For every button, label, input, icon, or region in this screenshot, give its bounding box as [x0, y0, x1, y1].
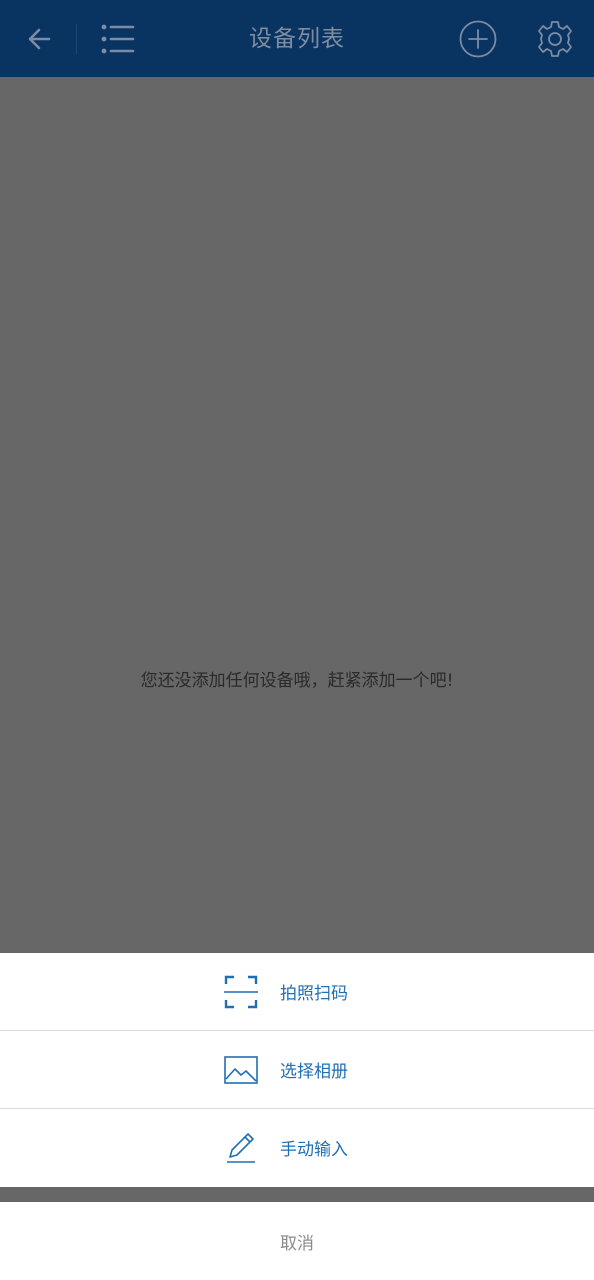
list-icon	[101, 24, 135, 54]
header-divider	[76, 24, 77, 54]
empty-state-message: 您还没添加任何设备哦，赶紧添加一个吧!	[140, 671, 454, 691]
image-icon	[224, 1053, 258, 1087]
page-title: 设备列表	[249, 26, 345, 52]
manual-input-label: 手动输入	[280, 1140, 348, 1160]
cancel-button[interactable]: 取消	[0, 1202, 594, 1280]
choose-album-option[interactable]: 选择相册	[0, 1031, 594, 1108]
gear-icon	[538, 21, 572, 57]
pencil-icon	[224, 1131, 258, 1165]
cancel-label: 取消	[280, 1233, 314, 1254]
header-bar: 设备列表	[0, 0, 594, 77]
back-button[interactable]	[18, 18, 60, 60]
arrow-left-icon	[28, 28, 51, 50]
scan-qr-option[interactable]: 拍照扫码	[0, 953, 594, 1030]
add-device-button[interactable]	[457, 18, 499, 60]
settings-button[interactable]	[534, 18, 576, 60]
choose-album-label: 选择相册	[280, 1062, 348, 1082]
action-sheet: 拍照扫码 选择相册 手动输入	[0, 953, 594, 1187]
scan-icon	[224, 975, 258, 1009]
manual-input-option[interactable]: 手动输入	[0, 1109, 594, 1186]
scan-qr-label: 拍照扫码	[280, 984, 348, 1004]
device-list-button[interactable]	[96, 18, 138, 60]
plus-circle-icon	[459, 20, 497, 58]
